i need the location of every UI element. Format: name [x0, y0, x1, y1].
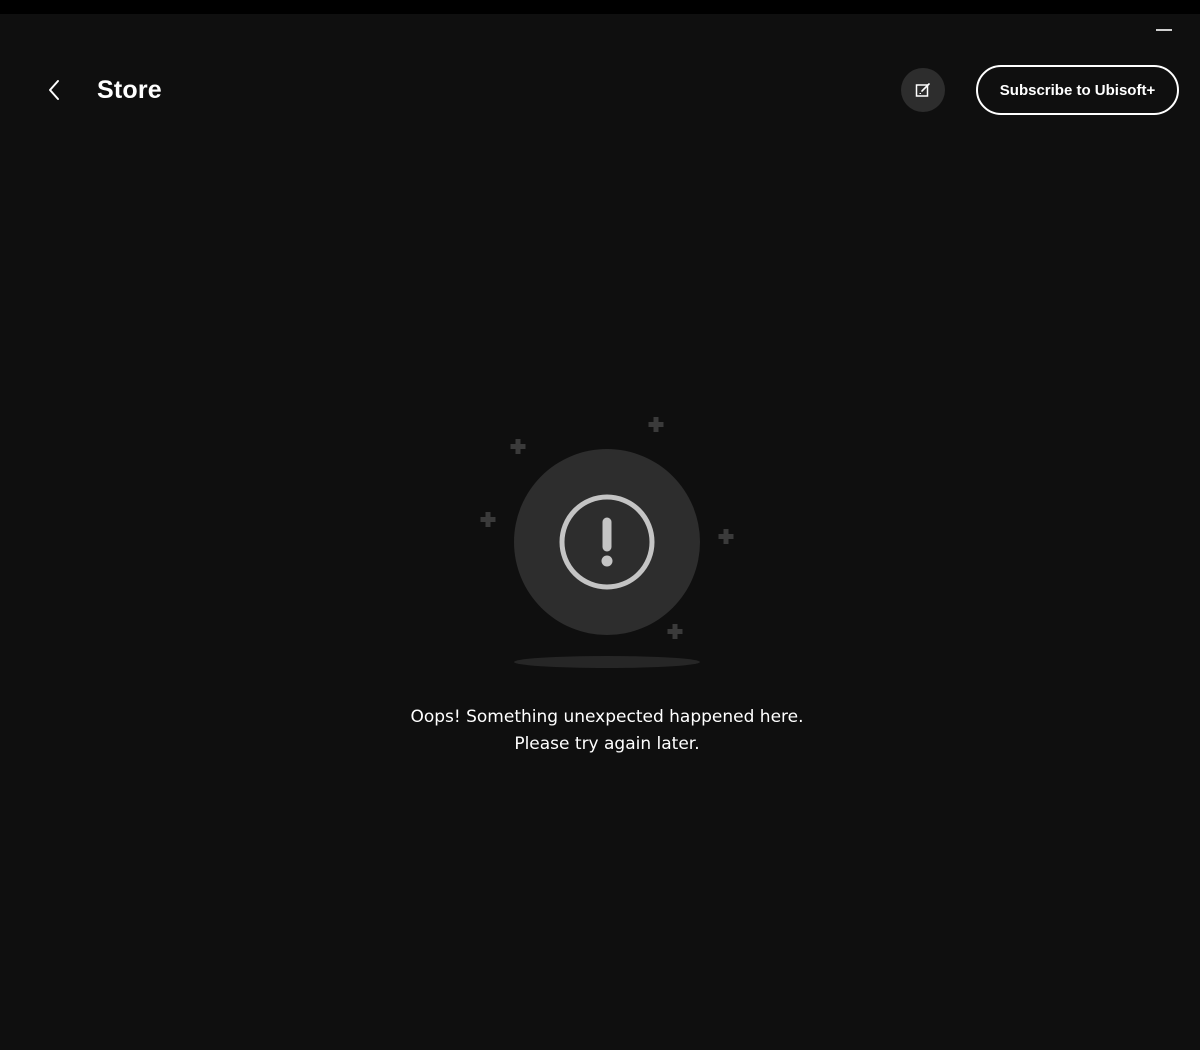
chevron-left-icon	[49, 80, 59, 100]
error-illustration	[470, 405, 750, 675]
minimize-button[interactable]	[1156, 22, 1172, 38]
error-illustration-graphic	[480, 417, 734, 668]
minimize-icon	[1156, 29, 1172, 31]
error-message: Oops! Something unexpected happened here…	[300, 704, 914, 758]
window-top-bar	[0, 0, 1200, 14]
subscribe-button[interactable]: Subscribe to Ubisoft+	[976, 65, 1179, 115]
error-message-line2: Please try again later.	[514, 734, 700, 754]
page-header: Store Subscribe to Ubisoft+	[0, 60, 1200, 120]
shadow-ellipse	[514, 656, 700, 668]
page-title: Store	[97, 76, 162, 104]
back-button[interactable]	[38, 74, 70, 106]
feedback-edit-icon	[915, 83, 930, 97]
feedback-button[interactable]	[901, 68, 945, 112]
error-message-line1: Oops! Something unexpected happened here…	[410, 707, 804, 727]
